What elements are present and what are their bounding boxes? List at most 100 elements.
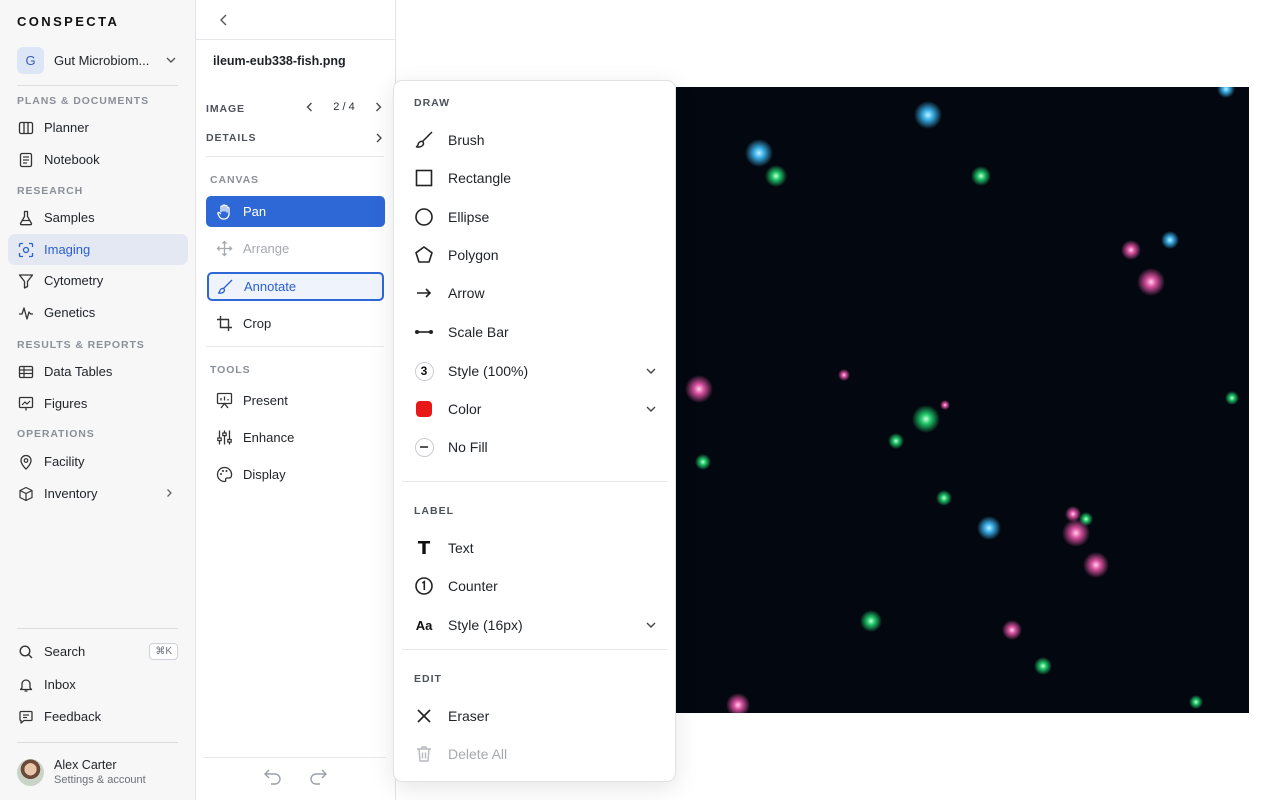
menu-item-font-style[interactable]: Aa Style (16px) [414, 610, 657, 640]
close-icon [414, 706, 434, 726]
crop-icon [216, 315, 233, 332]
tool-crop[interactable]: Crop [206, 308, 385, 339]
menu-item-label: Style (16px) [448, 617, 523, 633]
sidebar-item-label: Facility [44, 454, 85, 469]
tool-label: Crop [243, 316, 272, 331]
next-image-icon[interactable] [372, 101, 384, 113]
sliders-icon [216, 429, 233, 446]
menu-item-color[interactable]: Color [414, 394, 657, 424]
sidebar-item-genetics[interactable]: Genetics [8, 297, 188, 328]
fluorescence-spot [695, 454, 711, 470]
sidebar-item-label: Inbox [44, 677, 76, 692]
sidebar-item-facility[interactable]: Facility [8, 446, 188, 477]
image-label: IMAGE [206, 103, 245, 115]
menu-item-stroke-style[interactable]: 3 Style (100%) [414, 356, 657, 386]
sidebar-item-cytometry[interactable]: Cytometry [8, 265, 188, 296]
square-icon [414, 168, 434, 188]
menu-item-no-fill[interactable]: No Fill [414, 432, 657, 462]
tool-enhance[interactable]: Enhance [206, 422, 385, 453]
sidebar-item-imaging[interactable]: Imaging [8, 234, 188, 265]
keyboard-shortcut: ⌘K [149, 643, 178, 660]
sidebar-item-inventory[interactable]: Inventory [8, 478, 188, 509]
sidebar-item-feedback[interactable]: Feedback [8, 701, 188, 732]
sidebar-item-figures[interactable]: Figures [8, 388, 188, 419]
columns-icon [18, 120, 34, 136]
menu-item-delete-all[interactable]: Delete All [414, 739, 657, 769]
sidebar-item-inbox[interactable]: Inbox [8, 669, 188, 700]
undo-icon[interactable] [263, 767, 283, 787]
fluorescence-spot [1062, 519, 1090, 547]
fluorescence-spot [1083, 552, 1109, 578]
menu-item-label: Rectangle [448, 170, 512, 186]
tool-arrange[interactable]: Arrange [206, 233, 385, 264]
divider [17, 628, 178, 629]
menu-item-eraser[interactable]: Eraser [414, 701, 657, 731]
tool-label: Pan [243, 204, 267, 219]
tool-annotate[interactable]: Annotate [207, 272, 384, 301]
menu-item-label: Counter [448, 578, 498, 594]
divider [402, 649, 667, 650]
fluorescence-spot [971, 166, 991, 186]
menu-item-arrow[interactable]: Arrow [414, 278, 657, 308]
tool-present[interactable]: Present [206, 385, 385, 416]
panel-header [196, 0, 395, 40]
sidebar-item-planner[interactable]: Planner [8, 112, 188, 143]
workspace-switcher[interactable]: G Gut Microbiom... [17, 46, 179, 74]
chevron-down-icon [646, 622, 656, 628]
annotate-menu: DRAW Brush Rectangle Ellipse Polygon Arr… [393, 80, 676, 782]
sidebar-item-label: Figures [44, 396, 88, 411]
divider [17, 742, 178, 743]
section-label-draw: DRAW [414, 97, 451, 109]
chevron-right-icon[interactable] [374, 132, 384, 144]
stroke-width-badge: 3 [414, 361, 434, 381]
avatar [17, 758, 44, 786]
microscopy-image[interactable] [676, 87, 1249, 713]
arrow-right-icon [414, 283, 434, 303]
chevron-down-icon [166, 57, 176, 63]
menu-item-label: Text [448, 540, 474, 556]
fluorescence-spot [726, 693, 750, 713]
prev-image-icon[interactable] [304, 101, 316, 113]
menu-item-counter[interactable]: Counter [414, 571, 657, 601]
map-pin-icon [18, 454, 34, 470]
filter-icon [18, 273, 34, 289]
account-menu[interactable]: Alex Carter Settings & account [17, 756, 187, 788]
details-toggle[interactable]: DETAILS [206, 132, 256, 144]
waveform-icon [18, 305, 34, 321]
sidebar-item-label: Genetics [44, 305, 96, 320]
image-pager: 2 / 4 [304, 101, 384, 113]
sidebar-item-search[interactable]: Search ⌘K [8, 636, 188, 667]
sidebar-item-data-tables[interactable]: Data Tables [8, 356, 188, 387]
menu-item-scale-bar[interactable]: Scale Bar [414, 317, 657, 347]
brand-logo: CONSPECTA [17, 14, 120, 29]
fluorescence-spot [1217, 87, 1235, 98]
menu-item-label: Style (100%) [448, 363, 529, 379]
sidebar-item-notebook[interactable]: Notebook [8, 144, 188, 175]
menu-item-polygon[interactable]: Polygon [414, 240, 657, 270]
fluorescence-spot [888, 433, 904, 449]
chevron-down-icon [646, 368, 656, 374]
section-label-operations: OPERATIONS [17, 428, 95, 440]
menu-item-rectangle[interactable]: Rectangle [414, 163, 657, 193]
chevron-left-icon[interactable] [218, 13, 230, 27]
fluorescence-spots [685, 87, 1239, 713]
fluorescence-spot [1002, 620, 1022, 640]
menu-item-brush[interactable]: Brush [414, 125, 657, 155]
sidebar-item-samples[interactable]: Samples [8, 202, 188, 233]
fluorescence-spot [936, 490, 952, 506]
redo-icon[interactable] [308, 767, 328, 787]
section-label-plans: PLANS & DOCUMENTS [17, 95, 149, 107]
tool-pan[interactable]: Pan [206, 196, 385, 227]
fluorescence-spot [1189, 695, 1203, 709]
notebook-icon [18, 152, 34, 168]
brush-icon [217, 278, 234, 295]
sidebar-item-label: Notebook [44, 152, 100, 167]
divider [17, 85, 178, 86]
file-name: ileum-eub338-fish.png [213, 54, 346, 68]
fluorescence-spot [977, 516, 1001, 540]
divider [204, 757, 386, 758]
menu-item-text[interactable]: T Text [414, 533, 657, 563]
menu-item-ellipse[interactable]: Ellipse [414, 202, 657, 232]
tool-display[interactable]: Display [206, 459, 385, 490]
search-icon [18, 644, 34, 660]
